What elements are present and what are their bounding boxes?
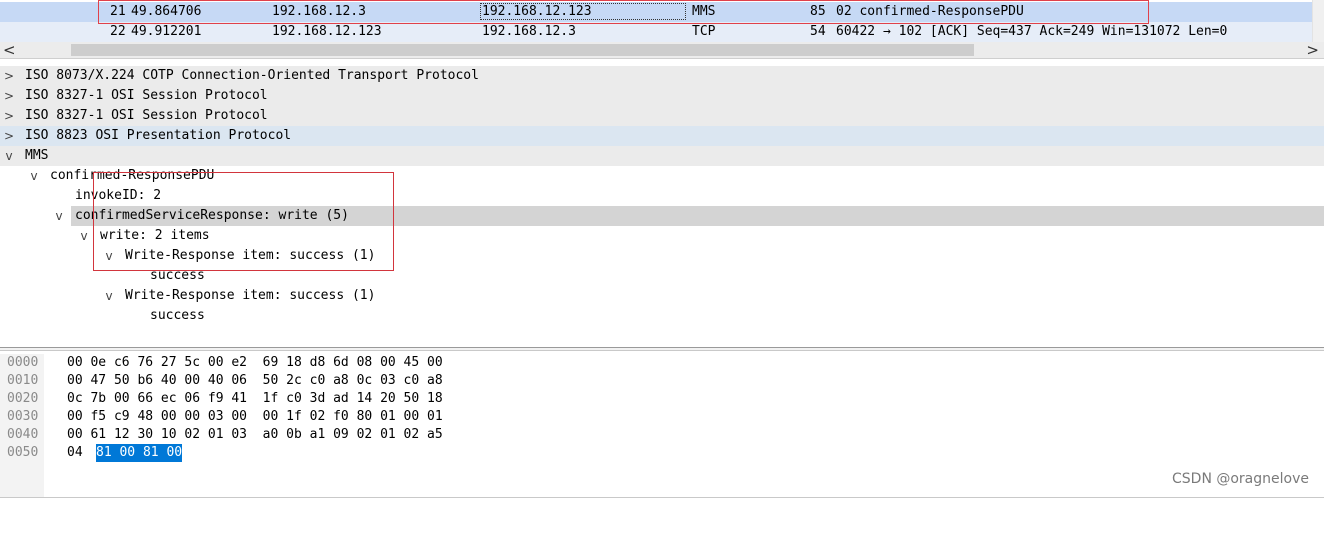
vertical-scrollbar[interactable] — [1312, 0, 1324, 42]
hex-bytes: 00 0e c6 76 27 5c 00 e2 69 18 d8 6d 08 0… — [67, 355, 443, 370]
chevron-right-icon[interactable]: > — [2, 126, 16, 146]
hex-offset: 0010 — [7, 373, 39, 388]
packet-no: 22 — [110, 24, 126, 39]
scroll-right-icon[interactable]: > — [1306, 41, 1319, 59]
tree-node-write-response-2[interactable]: v Write-Response item: success (1) — [0, 286, 1324, 306]
chevron-right-icon[interactable]: > — [2, 66, 16, 86]
chevron-down-icon[interactable]: v — [2, 146, 16, 166]
chevron-right-icon[interactable]: > — [2, 106, 16, 126]
tree-node-label: ISO 8823 OSI Presentation Protocol — [25, 128, 292, 143]
chevron-down-icon[interactable]: v — [102, 286, 116, 306]
hex-offset: 0020 — [7, 391, 39, 406]
hex-row[interactable]: 0040 00 61 12 30 10 02 01 03 a0 0b a1 09… — [0, 426, 443, 444]
packet-source: 192.168.12.123 — [272, 24, 382, 39]
hex-offset: 0030 — [7, 409, 39, 424]
hex-offset: 0050 — [7, 445, 39, 460]
tree-node-label: ISO 8327-1 OSI Session Protocol — [25, 108, 268, 123]
chevron-down-icon[interactable]: v — [52, 206, 66, 226]
hex-bytes: 04 — [67, 445, 91, 460]
chevron-down-icon[interactable]: v — [27, 166, 41, 186]
hex-row[interactable]: 0050 04 81 00 81 00 — [0, 444, 183, 462]
packet-destination: 192.168.12.3 — [482, 24, 576, 39]
tree-node-label: success — [150, 308, 205, 323]
packet-bytes-pane: 0000 00 0e c6 76 27 5c 00 e2 69 18 d8 6d… — [0, 354, 1324, 500]
chevron-right-icon[interactable]: > — [2, 86, 16, 106]
bottom-border — [0, 497, 1324, 498]
hex-row[interactable]: 0010 00 47 50 b6 40 00 40 06 50 2c c0 a8… — [0, 372, 443, 390]
annotation-highlight-box — [93, 172, 394, 271]
tree-node-session-1[interactable]: > ISO 8327-1 OSI Session Protocol — [0, 86, 1324, 106]
tree-node-label: Write-Response item: success (1) — [125, 288, 376, 303]
chevron-down-icon[interactable]: v — [77, 226, 91, 246]
tree-node-success-2[interactable]: success — [0, 306, 1324, 326]
packet-row-22[interactable]: 22 49.912201 192.168.12.123 192.168.12.3… — [0, 22, 1313, 42]
hex-bytes: 0c 7b 00 66 ec 06 f9 41 1f c0 3d ad 14 2… — [67, 391, 443, 406]
tree-node-mms[interactable]: v MMS — [0, 146, 1324, 166]
tree-node-session-2[interactable]: > ISO 8327-1 OSI Session Protocol — [0, 106, 1324, 126]
pane-splitter[interactable] — [0, 347, 1324, 351]
selected-bytes[interactable]: 81 00 81 00 — [96, 444, 183, 462]
hex-row[interactable]: 0000 00 0e c6 76 27 5c 00 e2 69 18 d8 6d… — [0, 354, 443, 372]
hex-offset: 0040 — [7, 427, 39, 442]
annotation-highlight-box — [98, 0, 1149, 24]
scrollbar-thumb[interactable] — [71, 44, 974, 56]
horizontal-scrollbar[interactable]: < > — [0, 41, 1324, 59]
packet-time: 49.912201 — [131, 24, 202, 39]
tree-node-cotp[interactable]: > ISO 8073/X.224 COTP Connection-Oriente… — [0, 66, 1324, 86]
tree-node-label: MMS — [25, 148, 49, 163]
packet-info: 60422 → 102 [ACK] Seq=437 Ack=249 Win=13… — [836, 24, 1228, 39]
watermark: CSDN @oragnelove — [1172, 471, 1309, 487]
hex-bytes: 00 61 12 30 10 02 01 03 a0 0b a1 09 02 0… — [67, 427, 443, 442]
hex-offset: 0000 — [7, 355, 39, 370]
hex-row[interactable]: 0030 00 f5 c9 48 00 00 03 00 00 1f 02 f0… — [0, 408, 443, 426]
scroll-left-icon[interactable]: < — [3, 41, 16, 59]
tree-node-presentation[interactable]: > ISO 8823 OSI Presentation Protocol — [0, 126, 1324, 146]
packet-length: 54 — [810, 24, 826, 39]
tree-node-label: ISO 8327-1 OSI Session Protocol — [25, 88, 268, 103]
hex-row[interactable]: 0020 0c 7b 00 66 ec 06 f9 41 1f c0 3d ad… — [0, 390, 443, 408]
packet-protocol: TCP — [692, 24, 716, 39]
hex-bytes: 00 47 50 b6 40 00 40 06 50 2c c0 a8 0c 0… — [67, 373, 443, 388]
hex-bytes: 00 f5 c9 48 00 00 03 00 00 1f 02 f0 80 0… — [67, 409, 443, 424]
packet-list: 21 49.864706 192.168.12.3 192.168.12.123… — [0, 0, 1324, 59]
tree-node-label: ISO 8073/X.224 COTP Connection-Oriented … — [25, 68, 479, 83]
